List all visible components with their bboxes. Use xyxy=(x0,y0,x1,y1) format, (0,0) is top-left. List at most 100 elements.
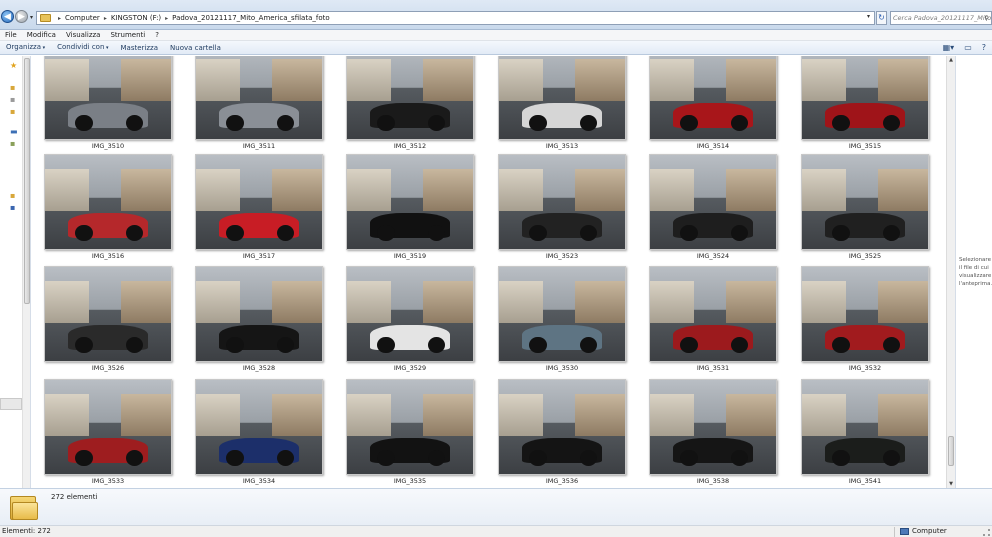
file-name[interactable]: IMG_3524 xyxy=(649,252,777,260)
file-thumbnail[interactable]: IMG_3515 xyxy=(801,56,929,152)
file-thumbnail[interactable]: IMG_3516 xyxy=(44,154,172,262)
file-name[interactable]: IMG_3528 xyxy=(195,364,323,372)
file-name[interactable]: IMG_3533 xyxy=(44,477,172,485)
breadcrumb-folder[interactable]: Padova_20121117_Mito_America_sfilata_fot… xyxy=(172,14,329,22)
recent-pages-dropdown[interactable]: ▾ xyxy=(30,14,33,21)
file-name[interactable]: IMG_3530 xyxy=(498,364,626,372)
image-thumbnail[interactable] xyxy=(649,56,777,140)
scroll-down-icon[interactable]: ▼ xyxy=(947,480,955,488)
condividi-button[interactable]: Condividi con xyxy=(51,40,114,55)
file-name[interactable]: IMG_3513 xyxy=(498,142,626,150)
file-name[interactable]: IMG_3526 xyxy=(44,364,172,372)
folder-icon[interactable]: ▪ xyxy=(10,108,18,116)
file-name[interactable]: IMG_3532 xyxy=(801,364,929,372)
file-thumbnail[interactable]: IMG_3538 xyxy=(649,379,777,487)
file-thumbnail[interactable]: IMG_3514 xyxy=(649,56,777,152)
network-icon[interactable]: ▪ xyxy=(10,204,18,212)
content-scrollbar[interactable]: ▲ ▼ xyxy=(946,56,955,488)
back-button[interactable]: ◀ xyxy=(1,10,14,23)
image-thumbnail[interactable] xyxy=(44,266,172,362)
menu-help[interactable]: ? xyxy=(150,30,164,40)
image-thumbnail[interactable] xyxy=(649,154,777,250)
change-view-icon[interactable]: ▦▾ xyxy=(943,43,955,52)
breadcrumb-computer[interactable]: Computer xyxy=(65,14,100,22)
menu-visualizza[interactable]: Visualizza xyxy=(61,30,105,40)
file-thumbnail[interactable]: IMG_3530 xyxy=(498,266,626,374)
image-thumbnail[interactable] xyxy=(346,379,474,475)
file-thumbnail[interactable]: IMG_3524 xyxy=(649,154,777,262)
menu-file[interactable]: File xyxy=(0,30,22,40)
file-thumbnail[interactable]: IMG_3519 xyxy=(346,154,474,262)
nav-pane-splitter[interactable] xyxy=(0,398,22,410)
file-thumbnail[interactable]: IMG_3532 xyxy=(801,266,929,374)
image-thumbnail[interactable] xyxy=(649,266,777,362)
search-icon[interactable]: ⚲ xyxy=(984,12,989,24)
file-name[interactable]: IMG_3519 xyxy=(346,252,474,260)
file-name[interactable]: IMG_3512 xyxy=(346,142,474,150)
preview-pane-icon[interactable]: ▭ xyxy=(964,43,972,52)
image-thumbnail[interactable] xyxy=(498,266,626,362)
help-icon[interactable]: ? xyxy=(982,43,986,52)
file-name[interactable]: IMG_3538 xyxy=(649,477,777,485)
image-thumbnail[interactable] xyxy=(195,56,323,140)
nuova-cartella-button[interactable]: Nuova cartella xyxy=(164,41,227,55)
image-thumbnail[interactable] xyxy=(44,379,172,475)
organizza-button[interactable]: Organizza xyxy=(0,40,51,55)
nav-scrollbar[interactable] xyxy=(22,56,30,488)
file-thumbnail[interactable]: IMG_3513 xyxy=(498,56,626,152)
file-thumbnail[interactable]: IMG_3529 xyxy=(346,266,474,374)
favorites-star-icon[interactable]: ★ xyxy=(10,62,18,70)
computer-icon[interactable]: ▬ xyxy=(10,128,18,136)
refresh-button[interactable]: ↻ xyxy=(876,11,887,25)
forward-button[interactable]: ▶ xyxy=(15,10,28,23)
file-thumbnail[interactable]: IMG_3533 xyxy=(44,379,172,487)
file-thumbnail[interactable]: IMG_3541 xyxy=(801,379,929,487)
address-bar[interactable]: ▸ Computer ▸ KINGSTON (F:) ▸ Padova_2012… xyxy=(36,11,875,25)
file-name[interactable]: IMG_3525 xyxy=(801,252,929,260)
file-name[interactable]: IMG_3531 xyxy=(649,364,777,372)
image-thumbnail[interactable] xyxy=(44,56,172,140)
image-thumbnail[interactable] xyxy=(801,379,929,475)
image-thumbnail[interactable] xyxy=(346,266,474,362)
file-thumbnail[interactable]: IMG_3510 xyxy=(44,56,172,152)
menu-modifica[interactable]: Modifica xyxy=(22,30,61,40)
file-thumbnail[interactable]: IMG_3535 xyxy=(346,379,474,487)
file-name[interactable]: IMG_3511 xyxy=(195,142,323,150)
file-thumbnail[interactable]: IMG_3528 xyxy=(195,266,323,374)
image-thumbnail[interactable] xyxy=(801,154,929,250)
nav-scroll-thumb[interactable] xyxy=(24,58,30,304)
content-scroll-thumb[interactable] xyxy=(948,436,954,466)
breadcrumb-drive[interactable]: KINGSTON (F:) xyxy=(111,14,161,22)
image-thumbnail[interactable] xyxy=(44,154,172,250)
image-thumbnail[interactable] xyxy=(195,379,323,475)
file-thumbnail[interactable]: IMG_3525 xyxy=(801,154,929,262)
image-thumbnail[interactable] xyxy=(801,56,929,140)
image-thumbnail[interactable] xyxy=(498,379,626,475)
file-name[interactable]: IMG_3541 xyxy=(801,477,929,485)
file-name[interactable]: IMG_3516 xyxy=(44,252,172,260)
file-thumbnail[interactable]: IMG_3523 xyxy=(498,154,626,262)
file-name[interactable]: IMG_3529 xyxy=(346,364,474,372)
file-thumbnail[interactable]: IMG_3534 xyxy=(195,379,323,487)
image-thumbnail[interactable] xyxy=(346,56,474,140)
file-name[interactable]: IMG_3534 xyxy=(195,477,323,485)
file-name[interactable]: IMG_3510 xyxy=(44,142,172,150)
search-input[interactable]: Cerca Padova_20121117_Mito... ⚲ xyxy=(890,11,992,25)
image-thumbnail[interactable] xyxy=(498,56,626,140)
folder-icon[interactable]: ▪ xyxy=(10,96,18,104)
folder-icon[interactable]: ▪ xyxy=(10,84,18,92)
image-thumbnail[interactable] xyxy=(498,154,626,250)
file-name[interactable]: IMG_3517 xyxy=(195,252,323,260)
file-thumbnail[interactable]: IMG_3512 xyxy=(346,56,474,152)
file-thumbnail[interactable]: IMG_3526 xyxy=(44,266,172,374)
file-thumbnail[interactable]: IMG_3531 xyxy=(649,266,777,374)
chevron-right-icon[interactable]: ▸ xyxy=(104,15,107,22)
file-name[interactable]: IMG_3536 xyxy=(498,477,626,485)
file-thumbnail[interactable]: IMG_3536 xyxy=(498,379,626,487)
drive-icon[interactable]: ▪ xyxy=(10,140,18,148)
image-thumbnail[interactable] xyxy=(195,154,323,250)
chevron-right-icon[interactable]: ▸ xyxy=(165,15,168,22)
image-thumbnail[interactable] xyxy=(801,266,929,362)
file-thumbnail[interactable]: IMG_3511 xyxy=(195,56,323,152)
scroll-up-icon[interactable]: ▲ xyxy=(947,56,955,64)
